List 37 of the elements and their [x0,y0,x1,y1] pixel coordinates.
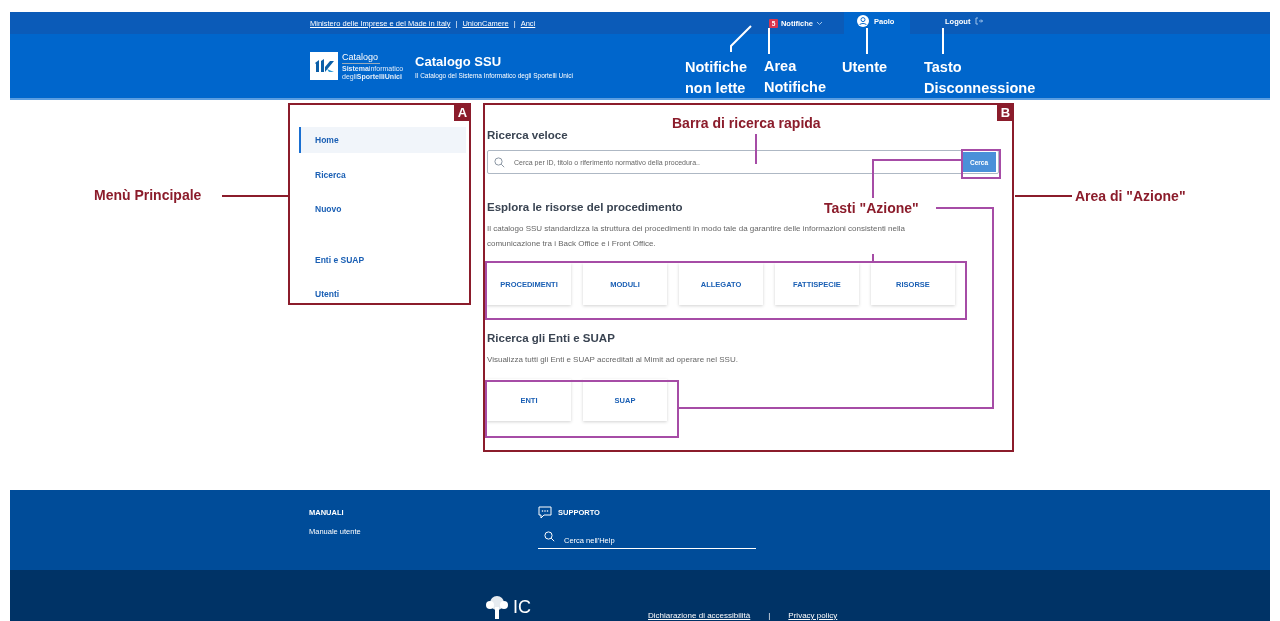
tree-icon [484,595,510,619]
footer-link[interactable]: Dichiarazione di accessibilità [648,611,751,620]
logo-name: Catalogo [342,51,380,64]
leader-line [866,27,868,55]
site-title: Catalogo SSU [415,53,503,69]
section-heading: Ricerca gli Enti e SUAP [487,332,615,344]
annotation-label: Notifiche non lette [685,58,748,98]
separator: | [768,611,771,620]
leader-line [1014,195,1073,197]
partner-logo: IC [484,595,531,619]
footer-link[interactable]: Privacy policy [788,611,838,620]
annotation-label: Tasto Disconnessione [924,58,1036,98]
logo-icon [310,51,338,80]
nav-item[interactable]: Enti e SUAP [299,246,466,273]
annotation-tag: B [997,104,1014,121]
leader-line [221,195,289,197]
leader-line [942,27,944,55]
section-description: Il catalogo SSU standardizza la struttura dei procedimenti in modo tale da garantire delle informazioni consistenti nella comunicazione tra i Back Office e i Front Office. [487,223,906,250]
nav-item[interactable]: Utenti [299,281,466,307]
user-avatar-icon [857,15,869,27]
chat-icon [538,506,552,519]
search-icon [544,531,555,542]
leader-line [730,25,752,53]
section-description: Visualizza tutti gli Enti e SUAP accreditati al Mimit ad operare nel SSU. [487,354,739,366]
section-heading: Esplora le risorse del procedimento [487,201,683,213]
annotation-label: Area Notifiche [764,57,827,97]
nav-item[interactable]: Home [299,127,466,153]
search-icon [494,156,505,168]
leader-line [768,27,770,55]
chevron-down-icon [816,20,823,26]
leader-line [755,131,757,165]
nav-item[interactable]: Nuovo [299,196,466,222]
nav-item[interactable]: Ricerca [299,161,466,188]
annotation-tag: A [454,104,471,121]
section-heading: Ricerca veloce [487,129,568,141]
logout-icon [975,17,984,25]
annotation-label: Utente [842,58,888,77]
